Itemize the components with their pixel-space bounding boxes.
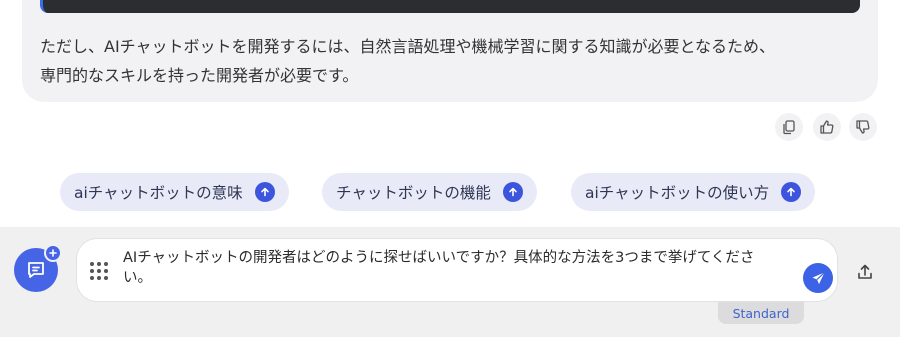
code-block-bottom [40,0,860,13]
suggestion-label: aiチャットボットの意味 [74,184,243,202]
share-icon [858,264,872,279]
suggestion-chip[interactable]: aiチャットボットの意味 [60,173,289,211]
message-input[interactable]: AIチャットボットの開発者はどのように探せばいいですか？具体的な方法を3つまで挙… [77,239,837,301]
send-icon [811,271,825,284]
plus-icon [44,244,62,262]
new-chat-button[interactable] [14,244,62,292]
suggestion-chip[interactable]: チャットボットの機能 [322,173,537,211]
thumbs-down-icon [856,120,870,134]
message-input-text[interactable]: AIチャットボットの開発者はどのように探せばいいですか？具体的な方法を3つまで挙… [123,248,783,288]
thumbs-up-icon [820,120,834,134]
copy-icon [783,120,795,135]
arrow-up-icon [781,182,802,202]
suggestion-chip[interactable]: aiチャットボットの使い方 [571,173,816,211]
suggestion-label: aiチャットボットの使い方 [585,184,770,202]
thumbs-down-button[interactable] [849,113,877,141]
model-selector[interactable]: Standard [718,302,804,324]
assistant-message-text: ただし、AIチャットボットを開発するには、自然言語処理や機械学習に関する知識が必… [40,32,860,90]
apps-grid-icon[interactable] [90,262,108,280]
arrow-up-icon [254,182,275,202]
thumbs-up-button[interactable] [813,113,841,141]
suggestion-label: チャットボットの機能 [336,184,491,202]
chat-bubble-icon [28,262,44,278]
copy-button[interactable] [775,113,803,141]
share-button[interactable] [853,260,877,284]
message-line: 専門的なスキルを持った開発者が必要です。 [40,66,359,85]
arrow-up-icon [502,182,523,202]
message-line: ただし、AIチャットボットを開発するには、自然言語処理や機械学習に関する知識が必… [40,37,776,56]
send-button[interactable] [803,263,833,293]
